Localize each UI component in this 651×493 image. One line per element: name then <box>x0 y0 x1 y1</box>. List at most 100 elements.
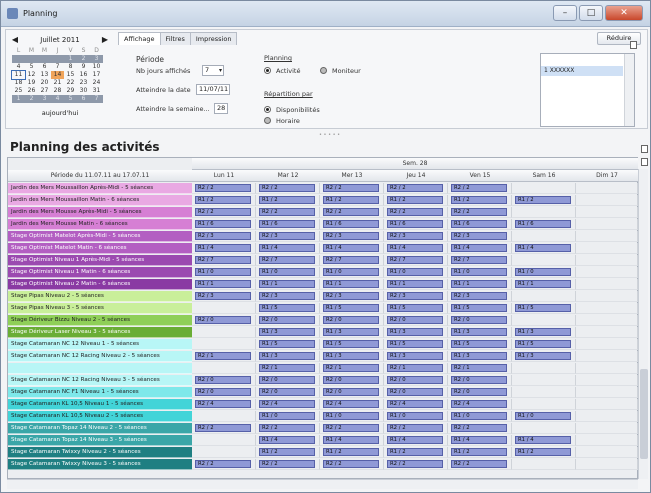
day-cell[interactable]: R1 / 1 <box>384 279 448 290</box>
day-cell[interactable]: R2 / 3 <box>448 231 512 242</box>
calendar-day[interactable]: 7 <box>51 63 64 71</box>
day-cell[interactable]: R2 / 2 <box>256 207 320 218</box>
activity-name[interactable]: Jardin des Mers Moussaillon Matin - 6 sé… <box>8 195 192 206</box>
session-chip[interactable]: R1 / 2 <box>451 448 507 456</box>
day-cell[interactable]: R1 / 1 <box>448 279 512 290</box>
day-cell[interactable] <box>512 363 576 374</box>
session-chip[interactable]: R2 / 2 <box>195 184 251 192</box>
activity-name[interactable]: Stage Dériveur Laser Niveau 3 - 5 séance… <box>8 327 192 338</box>
session-chip[interactable]: R1 / 5 <box>515 340 571 348</box>
session-chip[interactable]: R1 / 3 <box>323 328 379 336</box>
session-chip[interactable]: R1 / 0 <box>323 268 379 276</box>
session-chip[interactable]: R1 / 2 <box>323 448 379 456</box>
day-cell[interactable]: R2 / 7 <box>256 255 320 266</box>
today-link[interactable]: aujourd'hui <box>10 109 110 117</box>
calendar-day[interactable]: 9 <box>77 63 90 71</box>
day-cell[interactable]: R2 / 3 <box>320 231 384 242</box>
calendar-day[interactable]: 15 <box>64 71 77 79</box>
day-cell[interactable]: R2 / 1 <box>320 363 384 374</box>
calendar-day[interactable]: 28 <box>51 87 64 95</box>
day-cell[interactable]: R1 / 0 <box>512 411 576 422</box>
day-header[interactable]: Lun 11 <box>192 170 256 182</box>
calendar-day[interactable]: 24 <box>90 79 103 87</box>
day-cell[interactable]: R1 / 5 <box>256 303 320 314</box>
day-cell[interactable]: R2 / 2 <box>256 459 320 470</box>
day-cell[interactable]: R1 / 2 <box>448 195 512 206</box>
nb-jours-select[interactable]: 7 ▾ <box>202 65 224 76</box>
radio-disponibilites[interactable] <box>264 106 271 113</box>
day-cell[interactable]: R1 / 3 <box>320 351 384 362</box>
atteindre-semaine-field[interactable]: 28 <box>214 103 228 114</box>
day-cell[interactable] <box>192 303 256 314</box>
calendar-day[interactable]: 6 <box>38 63 51 71</box>
day-cell[interactable] <box>576 207 638 218</box>
day-cell[interactable]: R1 / 1 <box>320 279 384 290</box>
day-cell[interactable]: R1 / 3 <box>448 351 512 362</box>
calendar-day[interactable]: 4 <box>12 63 25 71</box>
session-chip[interactable]: R2 / 2 <box>451 424 507 432</box>
day-cell[interactable] <box>576 231 638 242</box>
day-cell[interactable]: R2 / 1 <box>256 363 320 374</box>
session-chip[interactable]: R2 / 4 <box>387 400 443 408</box>
day-cell[interactable]: R2 / 0 <box>256 375 320 386</box>
calendar-day[interactable] <box>12 55 25 63</box>
session-chip[interactable]: R1 / 4 <box>451 436 507 444</box>
day-cell[interactable]: R1 / 0 <box>384 411 448 422</box>
day-cell[interactable]: R1 / 3 <box>256 327 320 338</box>
day-cell[interactable]: R1 / 4 <box>448 435 512 446</box>
day-cell[interactable] <box>576 363 638 374</box>
close-button[interactable]: ✕ <box>605 5 643 21</box>
session-chip[interactable]: R2 / 3 <box>387 292 443 300</box>
day-cell[interactable] <box>576 351 638 362</box>
session-chip[interactable]: R1 / 5 <box>259 304 315 312</box>
day-cell[interactable]: R1 / 4 <box>512 243 576 254</box>
calendar-day[interactable] <box>25 55 38 63</box>
session-chip[interactable]: R1 / 4 <box>515 436 571 444</box>
day-header[interactable]: Jeu 14 <box>384 170 448 182</box>
session-chip[interactable]: R1 / 5 <box>387 304 443 312</box>
day-cell[interactable] <box>512 231 576 242</box>
day-cell[interactable]: R1 / 4 <box>320 435 384 446</box>
day-cell[interactable]: R1 / 5 <box>256 339 320 350</box>
calendar-day[interactable]: 2 <box>77 55 90 63</box>
session-chip[interactable]: R1 / 6 <box>195 220 251 228</box>
radio-activite[interactable] <box>264 67 271 74</box>
day-cell[interactable]: R1 / 0 <box>512 267 576 278</box>
session-chip[interactable]: R2 / 3 <box>451 232 507 240</box>
day-cell[interactable]: R1 / 6 <box>512 219 576 230</box>
session-chip[interactable]: R2 / 0 <box>323 388 379 396</box>
activity-name[interactable]: Stage Optimist Niveau 1 Après-Midi - 5 s… <box>8 255 192 266</box>
session-chip[interactable]: R1 / 4 <box>387 436 443 444</box>
session-chip[interactable]: R2 / 0 <box>259 388 315 396</box>
activity-name[interactable]: Stage Dériveur Bizzu Niveau 2 - 5 séance… <box>8 315 192 326</box>
day-cell[interactable]: R2 / 0 <box>448 315 512 326</box>
activity-name[interactable] <box>8 363 192 374</box>
day-cell[interactable]: R1 / 5 <box>512 303 576 314</box>
selection-list[interactable]: 1 XXXXXX <box>540 53 635 127</box>
day-cell[interactable]: R2 / 3 <box>448 291 512 302</box>
calendar-day[interactable]: 7 <box>90 95 103 103</box>
calendar-day[interactable]: 12 <box>25 71 38 79</box>
day-cell[interactable]: R2 / 1 <box>192 351 256 362</box>
day-cell[interactable]: R1 / 5 <box>320 303 384 314</box>
day-cell[interactable]: R2 / 2 <box>384 207 448 218</box>
day-cell[interactable]: R1 / 0 <box>256 411 320 422</box>
session-chip[interactable]: R1 / 2 <box>515 196 571 204</box>
day-cell[interactable]: R1 / 4 <box>384 435 448 446</box>
session-chip[interactable]: R2 / 3 <box>323 232 379 240</box>
day-cell[interactable] <box>576 267 638 278</box>
day-cell[interactable] <box>576 195 638 206</box>
day-cell[interactable]: R1 / 6 <box>320 219 384 230</box>
session-chip[interactable]: R2 / 4 <box>259 400 315 408</box>
activity-name[interactable]: Stage Catamaran Topaz 14 Niveau 3 - 5 sé… <box>8 435 192 446</box>
session-chip[interactable]: R2 / 2 <box>259 208 315 216</box>
session-chip[interactable]: R1 / 4 <box>515 244 571 252</box>
session-chip[interactable]: R1 / 0 <box>515 412 571 420</box>
calendar-day[interactable]: 3 <box>38 95 51 103</box>
day-cell[interactable]: R1 / 4 <box>320 243 384 254</box>
day-cell[interactable] <box>576 447 638 458</box>
day-cell[interactable]: R1 / 2 <box>384 195 448 206</box>
session-chip[interactable]: R2 / 3 <box>195 232 251 240</box>
session-chip[interactable]: R2 / 2 <box>259 184 315 192</box>
day-cell[interactable]: R1 / 0 <box>320 267 384 278</box>
